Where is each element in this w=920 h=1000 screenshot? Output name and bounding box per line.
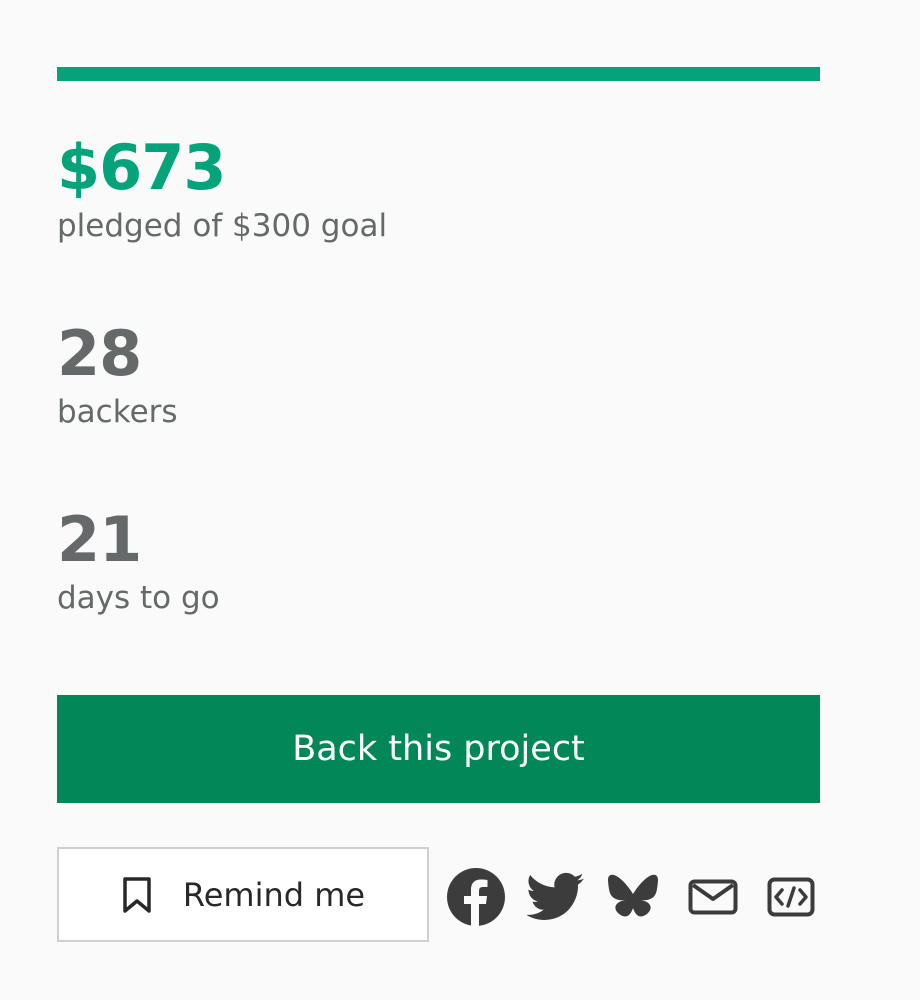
- embed-icon: [767, 877, 815, 917]
- back-project-button[interactable]: Back this project: [57, 695, 820, 803]
- twitter-icon: [527, 872, 585, 920]
- remind-me-button[interactable]: Remind me: [57, 847, 429, 942]
- campaign-stats-panel: $673 pledged of $300 goal 28 backers 21 …: [57, 67, 820, 942]
- share-email-button[interactable]: [683, 867, 743, 927]
- funding-progress-fill: [57, 67, 820, 81]
- funding-progress-bar: [57, 67, 820, 81]
- remind-me-label: Remind me: [182, 875, 366, 914]
- backers-stat: 28 backers: [57, 317, 178, 430]
- share-twitter-button[interactable]: [526, 867, 586, 927]
- share-facebook-button[interactable]: [446, 867, 506, 927]
- share-embed-button[interactable]: [761, 867, 821, 927]
- days-stat: 21 days to go: [57, 503, 220, 616]
- pledged-label: pledged of $300 goal: [57, 208, 388, 244]
- bluesky-icon: [608, 874, 658, 917]
- share-bluesky-button[interactable]: [603, 867, 663, 927]
- backers-count: 28: [57, 317, 142, 390]
- email-icon: [688, 879, 738, 915]
- pledged-amount: $673: [57, 131, 227, 204]
- facebook-icon: [447, 868, 505, 926]
- backers-label: backers: [57, 394, 178, 430]
- days-left-label: days to go: [57, 580, 220, 616]
- bookmark-icon: [123, 876, 151, 913]
- days-left-count: 21: [57, 503, 142, 576]
- pledged-stat: $673 pledged of $300 goal: [57, 131, 388, 244]
